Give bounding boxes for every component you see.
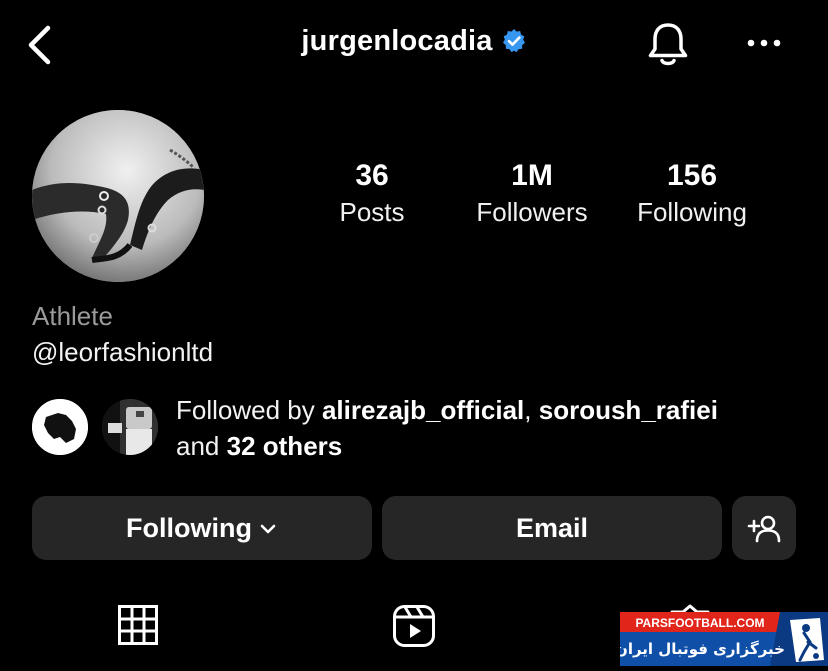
following-button-label: Following <box>126 512 252 543</box>
chevron-down-icon <box>260 524 276 534</box>
bio-handle-link[interactable]: @leorfashionltd <box>32 337 213 368</box>
followed-by-separator: , <box>524 395 532 425</box>
email-button-label: Email <box>515 512 589 543</box>
followers-label: Followers <box>476 197 588 227</box>
mutual-follower-avatar[interactable] <box>100 397 160 457</box>
following-button[interactable]: Following <box>32 496 372 560</box>
watermark-tagline: خبرگزاری فوتبال ایران <box>620 640 785 658</box>
followers-count: 1M <box>511 159 553 192</box>
profile-category: Athlete <box>32 301 113 331</box>
mutual-follower-avatar[interactable] <box>30 397 90 457</box>
posts-label: Posts <box>339 197 405 227</box>
followed-by-and: and <box>176 431 220 461</box>
following-count: 156 <box>666 159 718 192</box>
profile-avatar[interactable] <box>32 110 204 282</box>
grid-icon[interactable] <box>117 604 159 651</box>
username-text: jurgenlocadia <box>301 24 493 57</box>
parsfootball-watermark: PARSFOOTBALL.COM خبرگزاری فوتبال ایران <box>615 612 828 666</box>
more-dots-icon[interactable] <box>746 36 782 50</box>
posts-count: 36 <box>355 159 389 192</box>
watermark-site: PARSFOOTBALL.COM <box>635 616 764 630</box>
following-label: Following <box>637 197 747 227</box>
followers-stat[interactable]: 1M Followers <box>447 158 617 230</box>
posts-stat[interactable]: 36 Posts <box>287 158 457 230</box>
following-stat[interactable]: 156 Following <box>607 158 777 230</box>
followed-by-text[interactable]: Followed by alirezajb_official, soroush_… <box>176 392 816 464</box>
bell-icon[interactable] <box>646 20 690 68</box>
email-button[interactable]: Email <box>382 496 722 560</box>
add-person-icon <box>747 515 781 543</box>
profile-username: jurgenlocadia <box>0 24 828 58</box>
suggested-users-button[interactable] <box>732 496 796 560</box>
reels-icon[interactable] <box>392 604 436 653</box>
mutual-others-count[interactable]: 32 others <box>227 431 343 461</box>
mutual-username-1[interactable]: alirezajb_official <box>322 395 524 425</box>
mutual-username-2[interactable]: soroush_rafiei <box>539 395 718 425</box>
verified-badge-icon <box>502 29 525 53</box>
followed-by-prefix: Followed by <box>176 395 315 425</box>
